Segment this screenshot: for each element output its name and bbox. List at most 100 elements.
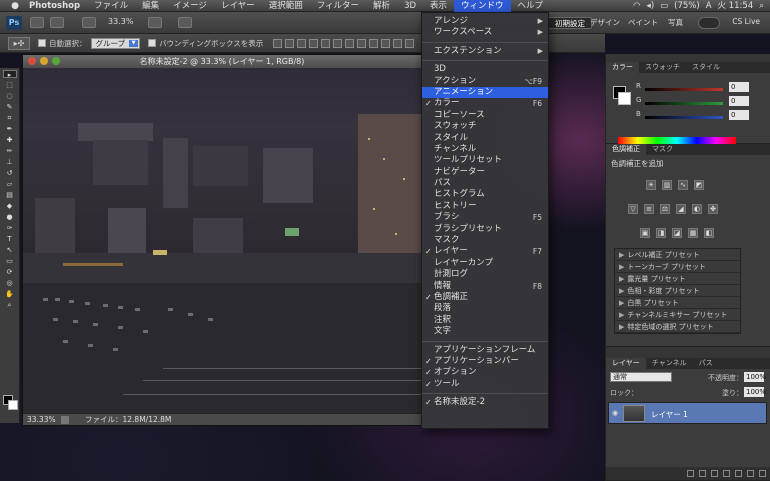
photo-filter-icon[interactable]: ◐ bbox=[692, 204, 702, 214]
menu-item[interactable]: ツールプリセット bbox=[422, 155, 548, 166]
align-left-icon[interactable] bbox=[309, 38, 319, 48]
status-zoom[interactable]: 33.33% bbox=[27, 414, 56, 426]
menu-item[interactable]: アレンジ ▶ bbox=[422, 16, 548, 27]
eyedropper-tool-icon[interactable]: ✒ bbox=[3, 125, 17, 133]
menu-file[interactable]: ファイル bbox=[87, 0, 135, 12]
layer-style-icon[interactable] bbox=[699, 470, 706, 477]
menu-item[interactable]: ✓ オプション bbox=[422, 367, 548, 378]
hand-view-icon[interactable] bbox=[148, 17, 162, 28]
pen-tool-icon[interactable]: ✑ bbox=[3, 224, 17, 232]
brush-tool-icon[interactable]: ✏ bbox=[3, 147, 17, 155]
view-extras-icon[interactable] bbox=[82, 17, 96, 28]
posterize-icon[interactable]: ◨ bbox=[656, 228, 666, 238]
zoom-window-icon[interactable] bbox=[52, 57, 60, 65]
link-layers-icon[interactable] bbox=[687, 470, 694, 477]
distribute-bottom-icon[interactable] bbox=[369, 38, 379, 48]
3d-rotate-tool-icon[interactable]: ⟳ bbox=[3, 268, 17, 276]
trash-icon[interactable] bbox=[759, 470, 766, 477]
opacity-field[interactable]: 100% bbox=[744, 372, 766, 382]
volume-icon[interactable]: ◂) bbox=[647, 0, 655, 12]
zoom-level[interactable]: 33.3% bbox=[108, 17, 133, 26]
search-field[interactable] bbox=[698, 17, 720, 29]
menu-item[interactable]: アニメーション bbox=[422, 86, 548, 99]
align-bottom-icon[interactable] bbox=[297, 38, 307, 48]
menu-item[interactable]: ✓ カラー F6 bbox=[422, 98, 548, 109]
slider-red-value[interactable]: 0 bbox=[729, 82, 749, 92]
eraser-tool-icon[interactable]: ▱ bbox=[3, 180, 17, 188]
hue-saturation-icon[interactable]: ≡ bbox=[644, 204, 654, 214]
document-canvas[interactable] bbox=[23, 68, 421, 414]
menu-item[interactable]: マスク bbox=[422, 235, 548, 246]
distribute-right-icon[interactable] bbox=[405, 38, 415, 48]
levels-icon[interactable]: ▥ bbox=[662, 180, 672, 190]
add-mask-icon[interactable] bbox=[711, 470, 718, 477]
menu-edit[interactable]: 編集 bbox=[135, 0, 166, 12]
menu-item[interactable]: レイヤーカンプ bbox=[422, 258, 548, 269]
quick-select-tool-icon[interactable]: ✎ bbox=[3, 103, 17, 111]
invert-icon[interactable]: ▣ bbox=[640, 228, 650, 238]
menu-item[interactable]: スタイル bbox=[422, 133, 548, 144]
menu-window[interactable]: ウィンドウ bbox=[454, 0, 511, 12]
menu-help[interactable]: ヘルプ bbox=[511, 0, 551, 12]
battery-icon[interactable]: ▭ bbox=[660, 0, 668, 12]
align-top-icon[interactable] bbox=[273, 38, 283, 48]
list-item[interactable]: ▶ レベル補正 プリセット bbox=[615, 249, 740, 261]
menu-item[interactable]: ✓ アプリケーションバー bbox=[422, 356, 548, 367]
lasso-tool-icon[interactable]: ◌ bbox=[3, 92, 17, 100]
layer-name[interactable]: レイヤー 1 bbox=[651, 409, 688, 420]
shape-tool-icon[interactable]: ▭ bbox=[3, 257, 17, 265]
hand-tool-icon[interactable]: ✋ bbox=[3, 290, 17, 298]
clock[interactable]: 火 11:54 bbox=[718, 0, 754, 12]
list-item[interactable]: ▶ トーンカーブ プリセット bbox=[615, 261, 740, 273]
gradient-map-icon[interactable]: ▦ bbox=[688, 228, 698, 238]
tab-paths[interactable]: パス bbox=[693, 358, 719, 369]
menu-item[interactable]: 段落 bbox=[422, 303, 548, 314]
app-menu[interactable]: Photoshop bbox=[22, 0, 87, 12]
minibridge-icon[interactable] bbox=[50, 17, 64, 28]
new-layer-icon[interactable] bbox=[747, 470, 754, 477]
menu-item[interactable]: ヒストグラム bbox=[422, 189, 548, 200]
menu-item[interactable]: アクション ⌥F9 bbox=[422, 76, 548, 87]
menu-item[interactable]: コピーソース bbox=[422, 110, 548, 121]
arrange-documents-icon[interactable] bbox=[178, 17, 192, 28]
list-item[interactable]: ▶ 露光量 プリセット bbox=[615, 273, 740, 285]
color-spectrum-bar[interactable] bbox=[618, 137, 736, 144]
status-info-icon[interactable] bbox=[61, 416, 69, 424]
distribute-top-icon[interactable] bbox=[345, 38, 355, 48]
workspace-design[interactable]: デザイン bbox=[584, 17, 626, 29]
menu-image[interactable]: イメージ bbox=[166, 0, 214, 12]
move-tool-icon[interactable]: ▸ bbox=[2, 70, 17, 79]
menu-item[interactable]: ✓ 名称未設定-2 bbox=[422, 397, 548, 408]
menu-item[interactable]: ヒストリー bbox=[422, 201, 548, 212]
auto-select-dropdown[interactable]: グループ ▼ bbox=[90, 37, 141, 49]
apple-icon[interactable]: ● bbox=[8, 1, 22, 11]
tab-swatches[interactable]: スウォッチ bbox=[639, 62, 686, 73]
menu-item[interactable]: パス bbox=[422, 178, 548, 189]
menu-layer[interactable]: レイヤー bbox=[214, 0, 262, 12]
menu-item[interactable]: ✓ ツール bbox=[422, 379, 548, 390]
tab-styles[interactable]: スタイル bbox=[686, 62, 726, 73]
menu-item[interactable]: ナビゲーター bbox=[422, 167, 548, 178]
distribute-center-icon[interactable] bbox=[393, 38, 403, 48]
menu-filter[interactable]: フィルター bbox=[310, 0, 366, 12]
slider-blue-value[interactable]: 0 bbox=[729, 110, 749, 120]
fill-field[interactable]: 100% bbox=[744, 387, 766, 397]
menu-item[interactable]: スウォッチ bbox=[422, 121, 548, 132]
menu-item[interactable]: 文字 bbox=[422, 326, 548, 337]
background-color-swatch[interactable] bbox=[8, 400, 18, 410]
exposure-icon[interactable]: ◩ bbox=[694, 180, 704, 190]
slider-blue-bar[interactable] bbox=[645, 116, 723, 119]
list-item[interactable]: ▶ 白黒 プリセット bbox=[615, 297, 740, 309]
new-adjustment-icon[interactable] bbox=[723, 470, 730, 477]
history-brush-tool-icon[interactable]: ↺ bbox=[3, 169, 17, 177]
list-item[interactable]: ▶ 特定色域の選択 プリセット bbox=[615, 321, 740, 333]
slider-blue[interactable]: B 0 bbox=[636, 110, 749, 124]
menu-analysis[interactable]: 解析 bbox=[366, 0, 397, 12]
blur-tool-icon[interactable]: ◆ bbox=[3, 202, 17, 210]
slider-red[interactable]: R 0 bbox=[636, 82, 749, 96]
tool-preset-picker[interactable]: ▸✣ bbox=[8, 36, 30, 50]
menu-item[interactable]: エクステンション ▶ bbox=[422, 46, 548, 57]
menu-item[interactable]: ✓ レイヤー F7 bbox=[422, 246, 548, 257]
menu-select[interactable]: 選択範囲 bbox=[262, 0, 310, 12]
distribute-left-icon[interactable] bbox=[381, 38, 391, 48]
